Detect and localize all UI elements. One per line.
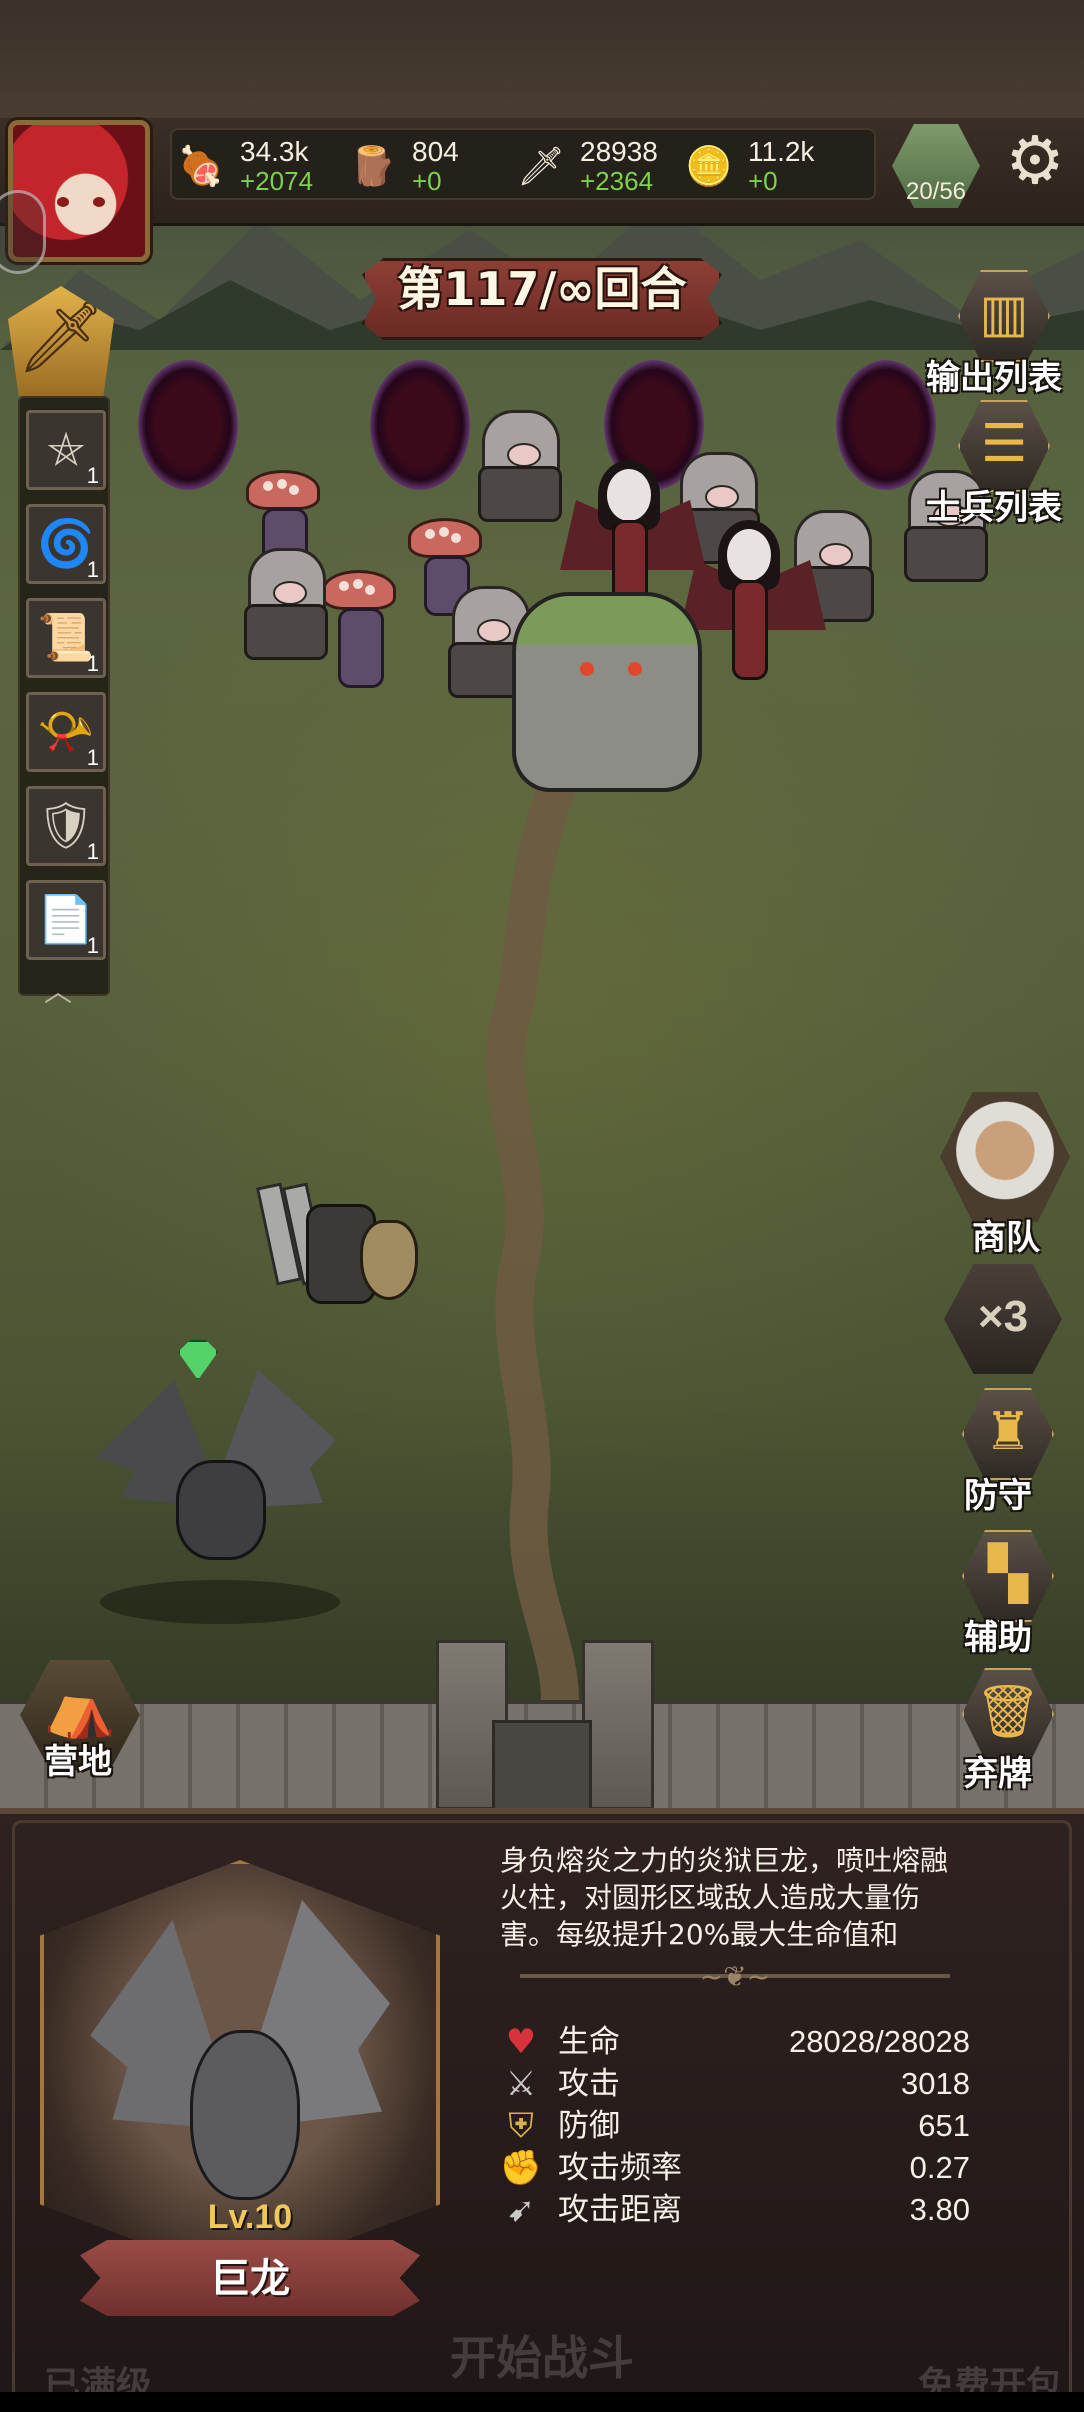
stat-label: 攻击距离 xyxy=(558,2192,682,2228)
skill-count: 1 xyxy=(86,839,99,864)
stat-row-hp: ♥ 生命 28028/28028 xyxy=(498,2022,978,2062)
blocks-icon: ▚ xyxy=(988,1544,1028,1604)
fist-icon: ✊ xyxy=(499,2148,543,2188)
assist-label: 辅助 xyxy=(964,1618,1032,1658)
stat-label: 攻击频率 xyxy=(558,2150,682,2186)
dragon-portrait xyxy=(90,1900,390,2230)
enemy-boar-warrior xyxy=(478,410,568,522)
ally-dark-knight[interactable] xyxy=(255,1182,422,1314)
castle-icon: ♜ xyxy=(984,1402,1032,1462)
wood-icon: 🪵 xyxy=(349,144,397,188)
bars-chart-icon: ▥ xyxy=(979,284,1029,344)
enemy-boar-warrior xyxy=(244,548,334,660)
stat-value: 651 xyxy=(918,2108,970,2143)
gold-coin-icon: 🪙 xyxy=(685,144,733,188)
defense-label: 防守 xyxy=(964,1476,1032,1516)
resource-wood: 🪵 804 +0 xyxy=(348,134,498,198)
skill-card-column: ⛤ 1 🌀 1 📜 1 📯 1 🛡 1 📄 1 xyxy=(18,396,110,996)
crossed-swords-icon: ⚔ xyxy=(505,2064,537,2104)
castle-gate xyxy=(492,1720,592,1812)
stat-value: 3018 xyxy=(901,2066,970,2101)
enemy-mushroom-mage xyxy=(322,570,402,720)
skill-card[interactable]: ⛤ 1 xyxy=(26,410,106,490)
skill-card[interactable]: 🌀 1 xyxy=(26,504,106,584)
stat-label: 攻击 xyxy=(558,2066,620,2102)
divider-ornament: ~❦~ xyxy=(699,1960,771,1993)
resource-delta: +0 xyxy=(412,166,442,196)
speed-multiplier: ×3 xyxy=(977,1292,1029,1341)
resource-value: 804 xyxy=(412,136,459,167)
stat-row-attack-speed: ✊ 攻击频率 0.27 xyxy=(498,2148,978,2188)
skill-count: 1 xyxy=(86,557,99,582)
trash-icon: 🗑 xyxy=(974,1682,1041,1742)
enemy-portal xyxy=(138,360,238,490)
enemy-succubus xyxy=(560,460,700,610)
stat-row-defense: ⛨ 防御 651 xyxy=(498,2106,978,2146)
stat-row-attack-range: ➹ 攻击距离 3.80 xyxy=(498,2190,978,2230)
skill-card[interactable]: 📄 1 xyxy=(26,880,106,960)
resource-delta: +2074 xyxy=(240,166,314,196)
soldier-list-label: 士兵列表 xyxy=(926,488,1062,528)
resource-gold: 🪙 11.2k +0 xyxy=(684,134,854,198)
population-count: 20/56 xyxy=(905,178,967,205)
camp-label: 营地 xyxy=(44,1742,112,1782)
resource-panel: 🍖 34.3k +2074 🪵 804 +0 🗡 28938 +2364 🪙 1… xyxy=(170,128,876,200)
resource-delta: +0 xyxy=(748,166,778,196)
skill-card[interactable]: 📜 1 xyxy=(26,598,106,678)
resource-value: 34.3k xyxy=(240,136,309,167)
castle-tower xyxy=(582,1640,654,1810)
stat-row-attack: ⚔ 攻击 3018 xyxy=(498,2064,978,2104)
unit-level: Lv.10 xyxy=(207,2198,293,2236)
soldier-list-button[interactable]: ☰ 士兵列表 xyxy=(926,400,1062,528)
ally-dragon[interactable] xyxy=(96,1370,336,1580)
stat-value: 28028/28028 xyxy=(788,2024,970,2059)
stat-value: 0.27 xyxy=(909,2150,970,2185)
assist-button[interactable]: ▚ 辅助 xyxy=(944,1530,1064,1658)
round-counter: 第117/∞回合 xyxy=(397,262,687,316)
shield-icon: ⛨ xyxy=(508,2106,534,2146)
stat-label: 防御 xyxy=(558,2108,620,2144)
start-battle-button: 开始战斗 xyxy=(450,2331,634,2385)
list-icon: ☰ xyxy=(980,414,1028,474)
chevron-up-icon[interactable]: ︿ xyxy=(44,970,72,1010)
stat-label: 生命 xyxy=(558,2024,620,2060)
enemy-stone-golem xyxy=(512,592,702,792)
resource-meat: 🍖 34.3k +2074 xyxy=(176,134,336,198)
skill-card[interactable]: 🛡 1 xyxy=(26,786,106,866)
resource-value: 28938 xyxy=(580,136,658,167)
unit-description: 身负熔炎之力的炎狱巨龙，喷吐熔融火柱，对圆形区域敌人造成大量伤害。每级提升20%… xyxy=(500,1844,949,1951)
meat-icon: 🍖 xyxy=(177,144,225,188)
dragon-shadow xyxy=(100,1580,340,1624)
heart-icon: ♥ xyxy=(505,2022,537,2062)
discard-button[interactable]: 🗑 弃牌 xyxy=(944,1668,1064,1794)
resource-delta: +2364 xyxy=(580,166,654,196)
sword-icon: 🗡 xyxy=(516,144,566,188)
stat-value: 3.80 xyxy=(909,2192,970,2227)
skill-count: 1 xyxy=(86,745,99,770)
skill-card[interactable]: 📯 1 xyxy=(26,692,106,772)
gear-icon[interactable]: ⚙ xyxy=(1000,126,1070,196)
arrow-range-icon: ➹ xyxy=(506,2190,536,2230)
defense-button[interactable]: ♜ 防守 xyxy=(944,1388,1064,1516)
resource-attack: 🗡 28938 +2364 xyxy=(516,134,686,198)
skill-count: 1 xyxy=(86,651,99,676)
resource-value: 11.2k xyxy=(748,136,815,167)
skill-count: 1 xyxy=(86,933,99,958)
output-list-label: 输出列表 xyxy=(926,358,1062,398)
caravan-label: 商队 xyxy=(972,1218,1040,1258)
output-list-button[interactable]: ▥ 输出列表 xyxy=(926,270,1062,398)
skill-count: 1 xyxy=(86,463,99,488)
side-drawer-toggle[interactable] xyxy=(0,190,46,274)
discard-label: 弃牌 xyxy=(964,1754,1032,1794)
system-nav-bar xyxy=(0,2392,1084,2412)
enemy-portal xyxy=(370,360,470,490)
unit-name: 巨龙 xyxy=(210,2256,290,2302)
